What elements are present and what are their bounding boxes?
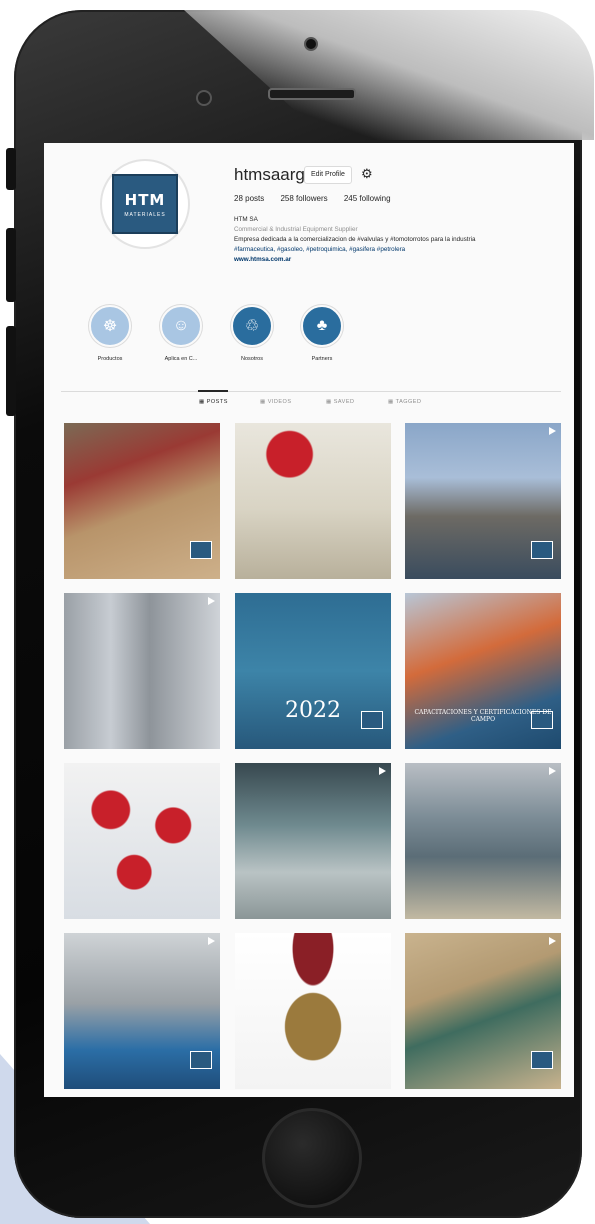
htm-watermark-logo — [190, 541, 212, 559]
highlight-label: Aplica en C... — [164, 356, 198, 362]
profile-stats: 28 posts 258 followers 245 following — [234, 194, 405, 203]
post-bronze-valve[interactable] — [235, 933, 391, 1089]
tabs-divider — [61, 391, 561, 392]
mute-switch — [6, 148, 16, 190]
post-wellhead[interactable] — [64, 593, 220, 749]
instagram-profile-screen: HTM MATERIALES htmsaarg Edit Profile ⚙ 2… — [44, 143, 574, 1097]
post-workshop[interactable] — [64, 933, 220, 1089]
highlight-icon: ♣ — [301, 305, 343, 347]
video-icon — [208, 937, 215, 945]
edit-profile-button[interactable]: Edit Profile — [304, 166, 352, 184]
posts-count: 28 posts — [234, 194, 265, 203]
highlight-1[interactable]: ☸ Productos — [78, 305, 142, 362]
highlight-icon: ♲ — [231, 305, 273, 347]
highlight-icon: ☺ — [160, 305, 202, 347]
post-green-valve[interactable] — [405, 933, 561, 1089]
post-white-valve[interactable] — [235, 423, 391, 579]
logo-subtext: MATERIALES — [124, 211, 166, 218]
front-camera — [304, 37, 318, 51]
website-link[interactable]: www.htmsa.com.ar — [234, 255, 569, 265]
display-name: HTM SA — [234, 216, 258, 223]
htm-logo: HTM MATERIALES — [112, 174, 178, 234]
htm-watermark-logo — [531, 1051, 553, 1069]
bio: HTM SA Commercial & Industrial Equipment… — [234, 215, 569, 265]
post-capacitaciones[interactable]: CAPACITACIONES Y CERTIFICACIONES DE CAMP… — [405, 593, 561, 749]
volume-up-button — [6, 228, 16, 302]
earpiece-speaker — [268, 88, 356, 100]
phone-reflection — [184, 10, 594, 140]
bio-line-1: Empresa dedicada a la comercializacion d… — [234, 236, 476, 243]
tab-posts[interactable]: ▦ POSTS — [199, 399, 228, 405]
highlight-label: Productos — [97, 356, 123, 362]
highlight-label: Nosotros — [240, 356, 263, 362]
post-feliz-2022[interactable]: 2022 — [235, 593, 391, 749]
proximity-sensor — [196, 90, 212, 106]
post-workers-pipe[interactable] — [405, 423, 561, 579]
video-icon — [549, 937, 556, 945]
logo-text: HTM — [124, 190, 166, 209]
gear-icon[interactable]: ⚙ — [361, 167, 373, 181]
highlight-label: Partners — [311, 356, 333, 362]
video-icon — [379, 767, 386, 775]
video-icon — [549, 767, 556, 775]
highlight-icon: ☸ — [89, 305, 131, 347]
htm-watermark-logo — [531, 541, 553, 559]
post-caption-text: 2022 — [285, 698, 341, 723]
highlight-4[interactable]: ♣ Partners — [290, 305, 354, 362]
post-red-pump[interactable] — [64, 423, 220, 579]
post-red-valves[interactable] — [64, 763, 220, 919]
post-pipeline-field[interactable] — [405, 763, 561, 919]
highlight-3[interactable]: ♲ Nosotros — [220, 305, 284, 362]
tab-videos[interactable]: ▦ VIDEOS — [260, 399, 292, 405]
tab-tagged[interactable]: ▦ TAGGED — [388, 399, 421, 405]
category-label: Commercial & Industrial Equipment Suppli… — [234, 226, 358, 233]
highlight-2[interactable]: ☺ Aplica en C... — [149, 305, 213, 362]
home-button[interactable] — [262, 1108, 362, 1208]
htm-watermark-logo — [190, 1051, 212, 1069]
tab-saved[interactable]: ▦ SAVED — [326, 399, 354, 405]
following-count[interactable]: 245 following — [344, 194, 391, 203]
followers-count[interactable]: 258 followers — [280, 194, 327, 203]
avatar[interactable]: HTM MATERIALES — [100, 159, 190, 249]
username: htmsaarg — [234, 165, 305, 184]
post-gate-valves-row[interactable] — [235, 763, 391, 919]
video-icon — [208, 597, 215, 605]
video-icon — [549, 427, 556, 435]
active-tab-indicator — [198, 390, 228, 392]
volume-down-button — [6, 326, 16, 416]
post-caption-text: CAPACITACIONES Y CERTIFICACIONES DE CAMP… — [414, 709, 552, 723]
bio-line-2: #farmaceutica, #gasoleo, #petroquimica, … — [234, 246, 406, 253]
